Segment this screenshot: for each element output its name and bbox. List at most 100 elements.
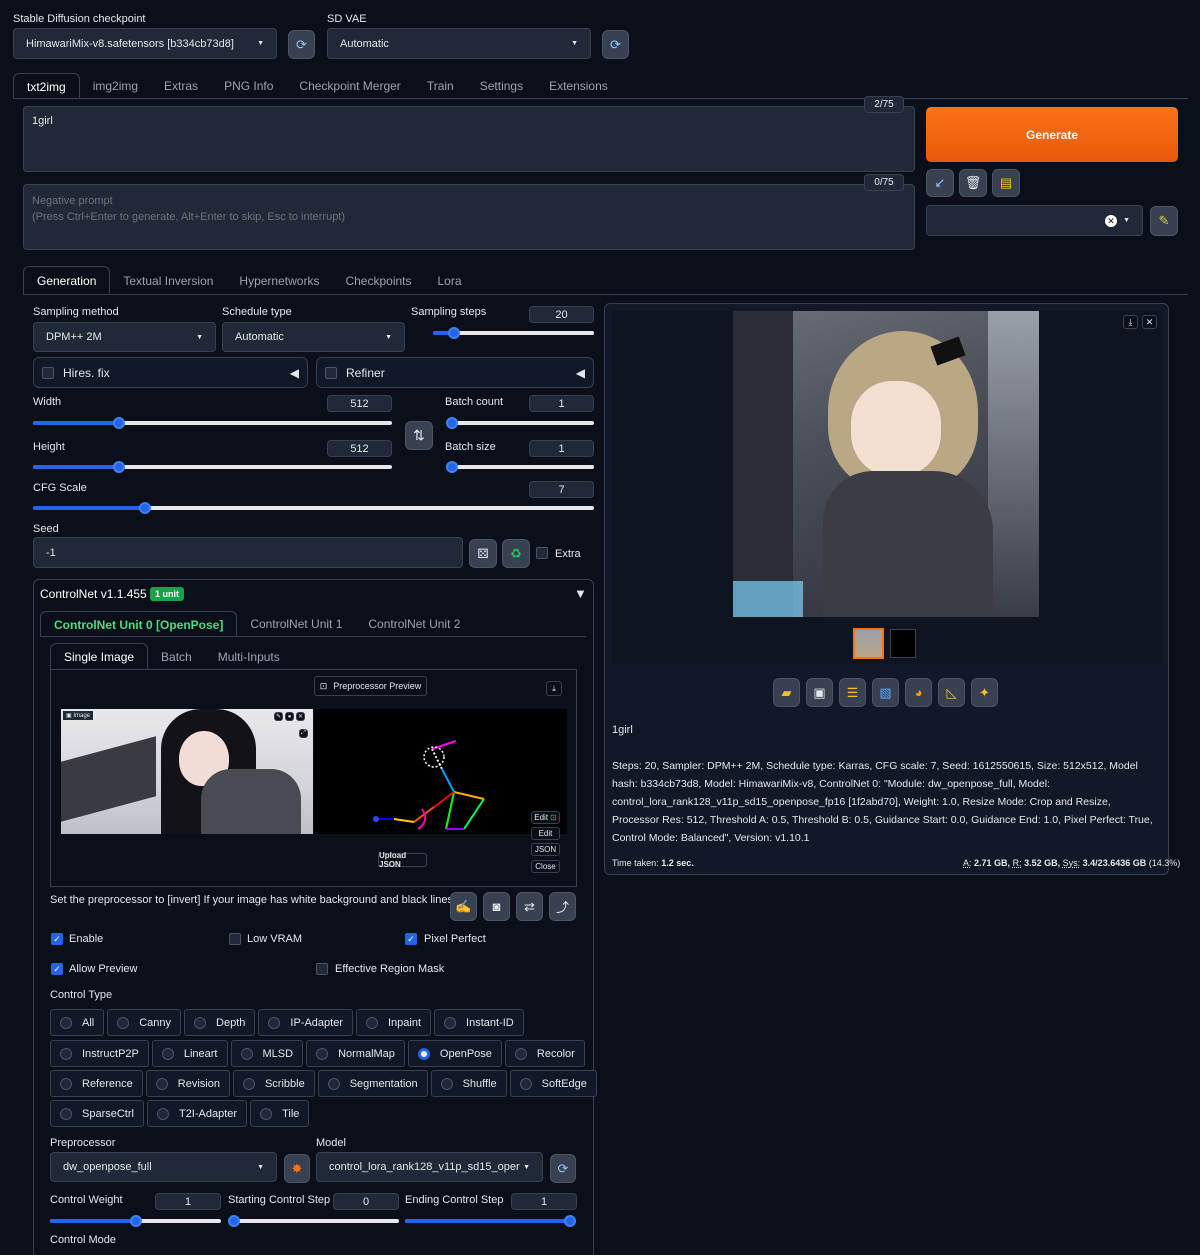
tab-multi-inputs[interactable]: Multi-Inputs bbox=[205, 643, 293, 670]
tab-generation[interactable]: Generation bbox=[23, 266, 111, 295]
tab-textual-inversion[interactable]: Textual Inversion bbox=[110, 266, 226, 295]
download-icon[interactable]: ⤓ bbox=[1123, 315, 1138, 329]
control-type-inpaint[interactable]: Inpaint bbox=[355, 1009, 432, 1036]
preprocessor-preview-toggle[interactable]: ⊡ Preprocessor Preview bbox=[314, 676, 427, 696]
height-input[interactable]: 512 bbox=[327, 440, 392, 457]
send-dimensions-button[interactable]: ⤴ bbox=[549, 892, 576, 921]
slider-knob[interactable] bbox=[228, 1215, 240, 1227]
control-type-softedge[interactable]: SoftEdge bbox=[509, 1070, 597, 1097]
control-type-ip-adapter[interactable]: IP-Adapter bbox=[258, 1009, 353, 1036]
refresh-checkpoint-button[interactable]: ⟳ bbox=[288, 30, 315, 59]
control-type-recolor[interactable]: Recolor bbox=[504, 1040, 585, 1067]
zip-button[interactable]: ☰ bbox=[839, 678, 866, 707]
send-to-extras-button[interactable]: ◺ bbox=[938, 678, 965, 707]
run-preprocessor-button[interactable]: ✸ bbox=[284, 1154, 310, 1183]
tab-txt2img[interactable]: txt2img bbox=[13, 73, 80, 99]
clear-styles-icon[interactable]: ✕ bbox=[1105, 214, 1118, 227]
close-icon[interactable]: ✕ bbox=[296, 712, 305, 721]
low-vram-checkbox[interactable] bbox=[229, 933, 241, 945]
hires-fix-accordion[interactable]: Hires. fix ◀ bbox=[33, 357, 308, 388]
control-type-tile[interactable]: Tile bbox=[250, 1100, 310, 1127]
download-icon[interactable]: ⤓ bbox=[546, 681, 562, 696]
gallery-thumbnail-1[interactable] bbox=[853, 628, 884, 659]
close-pose-button[interactable]: Close bbox=[531, 860, 560, 873]
json-button[interactable]: JSON bbox=[531, 843, 560, 856]
upscale-button[interactable]: ✦ bbox=[971, 678, 998, 707]
control-type-openpose[interactable]: OpenPose bbox=[407, 1040, 502, 1067]
batch-count-input[interactable]: 1 bbox=[529, 395, 594, 412]
slider-knob[interactable] bbox=[113, 417, 126, 429]
width-slider[interactable] bbox=[33, 417, 392, 429]
slider-knob[interactable] bbox=[139, 502, 152, 514]
output-image[interactable] bbox=[733, 311, 1039, 617]
hires-fix-checkbox[interactable] bbox=[42, 366, 54, 379]
edit-pose-button-1[interactable]: Edit ⊡ bbox=[531, 811, 560, 824]
read-params-button[interactable]: ↙ bbox=[926, 169, 954, 197]
tab-controlnet-unit-0[interactable]: ControlNet Unit 0 [OpenPose] bbox=[40, 611, 238, 637]
upload-json-button[interactable]: Upload JSON bbox=[378, 851, 427, 869]
tab-png-info[interactable]: PNG Info bbox=[211, 73, 286, 99]
slider-knob[interactable] bbox=[129, 1215, 142, 1227]
prompt-textarea[interactable]: 1girl bbox=[23, 106, 915, 172]
control-type-lineart[interactable]: Lineart bbox=[151, 1040, 228, 1067]
tab-settings[interactable]: Settings bbox=[467, 73, 536, 99]
close-icon[interactable]: ✕ bbox=[1142, 315, 1157, 329]
control-type-segmentation[interactable]: Segmentation bbox=[317, 1070, 428, 1097]
expand-icon[interactable]: ⤢ bbox=[299, 729, 308, 738]
control-type-t2i-adapter[interactable]: T2I-Adapter bbox=[146, 1100, 248, 1127]
effective-region-mask-checkbox[interactable] bbox=[316, 963, 328, 975]
control-type-instant-id[interactable]: Instant-ID bbox=[434, 1009, 524, 1036]
enable-checkbox[interactable]: ✓ bbox=[51, 933, 63, 945]
seed-input[interactable]: -1 bbox=[33, 537, 463, 568]
slider-knob[interactable] bbox=[446, 417, 458, 429]
gallery-thumbnail-2[interactable] bbox=[890, 629, 916, 658]
generate-button[interactable]: Generate bbox=[926, 107, 1178, 162]
control-type-shuffle[interactable]: Shuffle bbox=[430, 1070, 507, 1097]
refiner-checkbox[interactable] bbox=[325, 366, 337, 379]
model-select[interactable]: control_lora_rank128_v11p_sd15_oper ▼ bbox=[316, 1152, 543, 1182]
control-type-sparsectrl[interactable]: SparseCtrl bbox=[50, 1100, 144, 1127]
slider-knob[interactable] bbox=[447, 327, 460, 339]
vae-select[interactable]: Automatic ▼ bbox=[327, 28, 591, 59]
tab-checkpoints[interactable]: Checkpoints bbox=[332, 266, 424, 295]
schedule-type-select[interactable]: Automatic ▼ bbox=[222, 322, 405, 352]
edit-styles-button[interactable]: ✎ bbox=[1150, 206, 1178, 236]
tab-img2img[interactable]: img2img bbox=[80, 73, 151, 99]
negative-prompt-textarea[interactable]: Negative prompt (Press Ctrl+Enter to gen… bbox=[23, 184, 915, 250]
tab-single-image[interactable]: Single Image bbox=[50, 643, 149, 670]
batch-size-input[interactable]: 1 bbox=[529, 440, 594, 457]
control-weight-input[interactable]: 1 bbox=[155, 1193, 221, 1210]
starting-step-input[interactable]: 0 bbox=[333, 1193, 399, 1210]
cfg-scale-input[interactable]: 7 bbox=[529, 481, 594, 498]
mirror-webcam-button[interactable]: ⇄ bbox=[516, 892, 543, 921]
refiner-accordion[interactable]: Refiner ◀ bbox=[316, 357, 594, 388]
collapse-arrow-icon[interactable]: ▼ bbox=[574, 586, 587, 601]
random-seed-button[interactable]: ⚄ bbox=[469, 539, 497, 568]
sampling-steps-input[interactable]: 20 bbox=[529, 306, 594, 323]
ending-step-input[interactable]: 1 bbox=[511, 1193, 577, 1210]
refresh-models-button[interactable]: ⟳ bbox=[550, 1154, 576, 1183]
sampling-steps-slider[interactable] bbox=[433, 327, 594, 339]
tab-checkpoint-merger[interactable]: Checkpoint Merger bbox=[286, 73, 413, 99]
slider-knob[interactable] bbox=[564, 1215, 576, 1227]
pixel-perfect-checkbox[interactable]: ✓ bbox=[405, 933, 417, 945]
batch-size-slider[interactable] bbox=[446, 461, 594, 473]
control-type-canny[interactable]: Canny bbox=[107, 1009, 182, 1036]
width-input[interactable]: 512 bbox=[327, 395, 392, 412]
tab-extensions[interactable]: Extensions bbox=[536, 73, 621, 99]
control-type-scribble[interactable]: Scribble bbox=[232, 1070, 315, 1097]
control-type-normalmap[interactable]: NormalMap bbox=[306, 1040, 405, 1067]
ending-step-slider[interactable] bbox=[405, 1215, 576, 1227]
camera-icon[interactable]: ● bbox=[285, 712, 294, 721]
slider-knob[interactable] bbox=[113, 461, 126, 473]
control-weight-slider[interactable] bbox=[50, 1215, 221, 1227]
input-image[interactable]: ▣ Image ✎ ● ✕ ⤢ bbox=[61, 709, 313, 834]
paste-styles-button[interactable]: ▤ bbox=[992, 169, 1020, 197]
seed-extra-checkbox[interactable] bbox=[536, 547, 548, 559]
refresh-vae-button[interactable]: ⟳ bbox=[602, 30, 629, 59]
cfg-scale-slider[interactable] bbox=[33, 502, 594, 514]
sampling-method-select[interactable]: DPM++ 2M ▼ bbox=[33, 322, 216, 352]
tab-controlnet-unit-1[interactable]: ControlNet Unit 1 bbox=[237, 611, 355, 637]
preprocessor-select[interactable]: dw_openpose_full ▼ bbox=[50, 1152, 277, 1182]
control-type-all[interactable]: All bbox=[50, 1009, 105, 1036]
